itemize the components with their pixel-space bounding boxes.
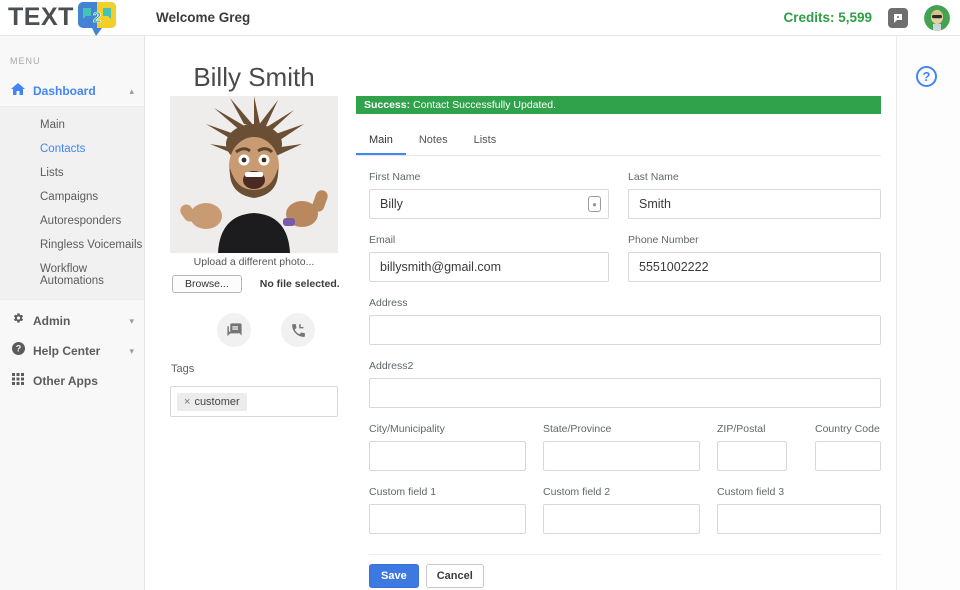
sidebar-item-workflow-automations[interactable]: Workflow Automations (0, 257, 144, 293)
country-code-field[interactable] (815, 441, 881, 471)
top-header: TEXT 2 Welcome Greg Credits: 5,599 (0, 0, 960, 36)
phone-label: Phone Number (628, 234, 699, 246)
chevron-up-icon: ▴ (129, 85, 134, 96)
address2-label: Address2 (369, 360, 414, 372)
custom-field-3-label: Custom field 3 (717, 486, 785, 498)
email-field[interactable] (369, 252, 609, 282)
question-circle-icon: ? (10, 342, 26, 360)
chevron-down-icon: ▾ (129, 345, 134, 356)
contact-name-title: Billy Smith (193, 62, 315, 92)
tab-notes[interactable]: Notes (406, 127, 461, 155)
sidebar-item-lists[interactable]: Lists (0, 161, 144, 185)
sidebar-item-label: Help Center (33, 344, 101, 358)
sidebar-item-admin[interactable]: Admin ▾ (0, 306, 144, 336)
tab-main[interactable]: Main (356, 127, 406, 155)
chat-icon (226, 322, 242, 336)
app-logo[interactable]: TEXT 2 (8, 0, 119, 36)
contact-photo (170, 96, 338, 253)
tag-remove-icon[interactable]: × (184, 396, 190, 408)
tags-input[interactable]: × customer (170, 386, 338, 417)
tags-label: Tags (171, 363, 195, 375)
logo-bubbles-icon: 2 (77, 2, 116, 36)
contact-form: First Name ● Last Name Email Pho (369, 156, 881, 588)
zip-field[interactable] (717, 441, 787, 471)
sidebar-item-help-center[interactable]: ? Help Center ▾ (0, 336, 144, 366)
address2-field[interactable] (369, 378, 881, 408)
sidebar-item-main[interactable]: Main (0, 113, 144, 137)
sidebar-item-label: Dashboard (33, 84, 96, 98)
call-voicemail-button[interactable] (281, 313, 315, 347)
tab-lists[interactable]: Lists (461, 127, 510, 155)
state-field[interactable] (543, 441, 700, 471)
chat-bubble-icon (894, 13, 902, 23)
phone-callback-icon (291, 323, 305, 337)
success-banner: Success: Contact Successfully Updated. (356, 96, 881, 114)
form-divider (369, 554, 881, 555)
cancel-button[interactable]: Cancel (425, 564, 484, 588)
credits-label: Credits: 5,599 (783, 10, 872, 25)
help-icon[interactable]: ? (916, 66, 937, 87)
sidebar-item-other-apps[interactable]: Other Apps (0, 366, 144, 396)
sidebar-item-contacts[interactable]: Contacts (0, 137, 144, 161)
success-banner-message: Contact Successfully Updated. (410, 99, 557, 111)
phone-field[interactable] (628, 252, 881, 282)
no-file-selected-text: No file selected. (259, 278, 340, 290)
user-avatar[interactable] (924, 4, 950, 31)
first-name-field[interactable] (369, 189, 609, 219)
apps-grid-icon (10, 372, 26, 390)
custom-field-2-label: Custom field 2 (543, 486, 611, 498)
first-name-label: First Name (369, 171, 421, 183)
upload-photo-text: Upload a different photo... (193, 256, 315, 268)
last-name-field[interactable] (628, 189, 881, 219)
svg-text:?: ? (15, 344, 21, 354)
custom-field-3[interactable] (717, 504, 881, 534)
welcome-text: Welcome Greg (156, 10, 251, 25)
email-label: Email (369, 234, 396, 246)
logo-text: TEXT (8, 3, 74, 31)
save-button[interactable]: Save (369, 564, 419, 588)
sidebar-item-label: Other Apps (33, 374, 98, 388)
address-field[interactable] (369, 315, 881, 345)
tag-label: customer (194, 395, 240, 408)
sidebar-item-campaigns[interactable]: Campaigns (0, 185, 144, 209)
zip-label: ZIP/Postal (717, 423, 766, 435)
gear-icon (10, 312, 26, 330)
contact-detail-panel: Billy Smith Upload a different photo... … (146, 36, 897, 590)
state-label: State/Province (543, 423, 612, 435)
city-field[interactable] (369, 441, 526, 471)
send-message-button[interactable] (217, 313, 251, 347)
browse-button[interactable]: Browse... (172, 275, 242, 293)
sidebar-item-dashboard[interactable]: Dashboard ▴ (0, 76, 144, 106)
logo-number: 2 (93, 9, 101, 26)
sidebar-nav: MENU Dashboard ▴ Main Contacts Lists Cam… (0, 36, 145, 590)
custom-field-1-label: Custom field 1 (369, 486, 437, 498)
sidebar-item-autoresponders[interactable]: Autoresponders (0, 209, 144, 233)
contact-tabs: Main Notes Lists (356, 127, 881, 156)
sidebar-item-ringless-voicemails[interactable]: Ringless Voicemails (0, 233, 144, 257)
address-label: Address (369, 297, 408, 309)
home-icon (10, 82, 26, 100)
menu-section-label: MENU (10, 56, 41, 66)
last-name-label: Last Name (628, 171, 679, 183)
country-code-label: Country Code (815, 423, 880, 435)
autofill-extension-icon[interactable]: ● (588, 196, 601, 212)
success-banner-prefix: Success: (364, 99, 411, 111)
custom-field-2[interactable] (543, 504, 700, 534)
sidebar-item-label: Admin (33, 314, 71, 328)
chevron-down-icon: ▾ (129, 315, 134, 326)
custom-field-1[interactable] (369, 504, 526, 534)
dashboard-submenu: Main Contacts Lists Campaigns Autorespon… (0, 106, 144, 300)
messages-icon[interactable] (888, 7, 908, 28)
city-label: City/Municipality (369, 423, 445, 435)
tag-chip: × customer (177, 392, 247, 411)
